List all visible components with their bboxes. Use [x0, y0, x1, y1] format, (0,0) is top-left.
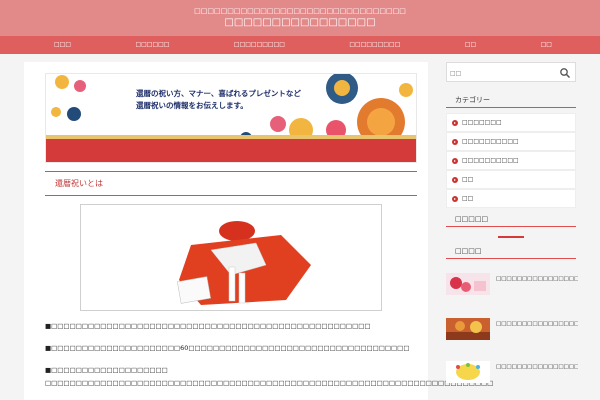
search-icon[interactable] [559, 67, 571, 79]
chevron-right-icon [452, 196, 458, 202]
nav-item-3[interactable]: □□□□□□□□□ [234, 36, 285, 54]
category-item[interactable]: □□□□□□□ [446, 113, 576, 132]
banner-text: 還暦の祝い方、マナー、喜ばれるプレゼントなど 還暦祝いの情報をお伝えします。 [136, 88, 301, 112]
nav-item-5[interactable]: □□ [465, 36, 476, 54]
popular-post-title: □□□□□□□□□□□□□□□□□□□□□ [496, 364, 578, 370]
category-item[interactable]: □□ [446, 189, 576, 208]
category-item[interactable]: □□□□□□□□□□ [446, 132, 576, 151]
site-title[interactable]: □□□□□□□□□□□□□□□□ [0, 17, 600, 28]
popular-post-title: □□□□□□□□□□□□□□□□□□□□□□□3□□□□□□ [496, 321, 578, 327]
popular-post-item[interactable]: □□□□□□□□□□□□□□□□□□□□□ [446, 361, 578, 383]
search-input[interactable] [450, 66, 550, 80]
nav-item-4[interactable]: □□□□□□□□□ [349, 36, 400, 54]
post-thumbnail [446, 318, 490, 340]
article-paragraph-2: ■□□□□□□□□□□□□□□□□□□□□□60□□□□□□□□□□□□□□□□… [45, 344, 410, 352]
category-widget-title: カテゴリー [446, 93, 576, 108]
header-banner-image: 還暦の祝い方、マナー、喜ばれるプレゼントなど 還暦祝いの情報をお伝えします。 [45, 73, 417, 163]
widget-2-title: □□□□□ [446, 212, 576, 227]
category-item[interactable]: □□ [446, 170, 576, 189]
chevron-right-icon [452, 158, 458, 164]
post-thumbnail [446, 273, 490, 295]
site-header: □□□□□□□□□□□□□□□□□□□□□□□□□□□□□□□□ □□□□□□□… [0, 0, 600, 36]
category-label: □□□□□□□ [462, 119, 502, 126]
nav-item-6[interactable]: □□ [541, 36, 552, 54]
main-content: 還暦の祝い方、マナー、喜ばれるプレゼントなど 還暦祝いの情報をお伝えします。 還… [24, 62, 493, 400]
popular-posts-title: □□□□ [446, 244, 576, 259]
site-tagline: □□□□□□□□□□□□□□□□□□□□□□□□□□□□□□□□ [194, 7, 406, 15]
banner-line-2: 還暦祝いの情報をお伝えします。 [136, 101, 248, 110]
popular-post-title: □□□□□□□□□□□□□□□□□□□□□□□(□□□□□□)□ [496, 276, 578, 282]
chevron-right-icon [452, 139, 458, 145]
category-item[interactable]: □□□□□□□□□□ [446, 151, 576, 170]
article-paragraph-3b: □□□□□□□□□□□□□□□□□□□□□□□□□□□□□□□□□□□□□□□□… [45, 379, 494, 387]
widget-divider [498, 236, 524, 238]
popular-post-item[interactable]: □□□□□□□□□□□□□□□□□□□□□□□3□□□□□□ [446, 318, 578, 340]
chevron-right-icon [452, 120, 458, 126]
category-label: □□□□□□□□□□ [462, 138, 519, 145]
category-label: □□ [462, 176, 474, 183]
section-heading: 還暦祝いとは [45, 171, 417, 196]
article-image [80, 204, 382, 311]
article-paragraph-1: ■□□□□□□□□□□□□□□□□□□□□□□□□□□□□□□□□□□□□□□□… [45, 322, 371, 330]
nav-item-home[interactable]: □□□ [54, 36, 71, 54]
banner-red-band [46, 139, 416, 162]
chevron-right-icon [452, 177, 458, 183]
search-form [446, 62, 576, 82]
category-label: □□ [462, 195, 474, 202]
global-nav: □□□ □□□□□□ □□□□□□□□□ □□□□□□□□□ □□ □□ [0, 36, 600, 54]
nav-item-2[interactable]: □□□□□□ [135, 36, 169, 54]
kanreki-gift-illustration [177, 221, 311, 305]
popular-post-item[interactable]: □□□□□□□□□□□□□□□□□□□□□□□(□□□□□□)□ [446, 273, 578, 295]
article-paragraph-3a: ■□□□□□□□□□□□□□□□□□□□ [45, 366, 168, 374]
post-thumbnail [446, 361, 490, 383]
category-label: □□□□□□□□□□ [462, 157, 519, 164]
banner-line-1: 還暦の祝い方、マナー、喜ばれるプレゼントなど [136, 89, 301, 98]
